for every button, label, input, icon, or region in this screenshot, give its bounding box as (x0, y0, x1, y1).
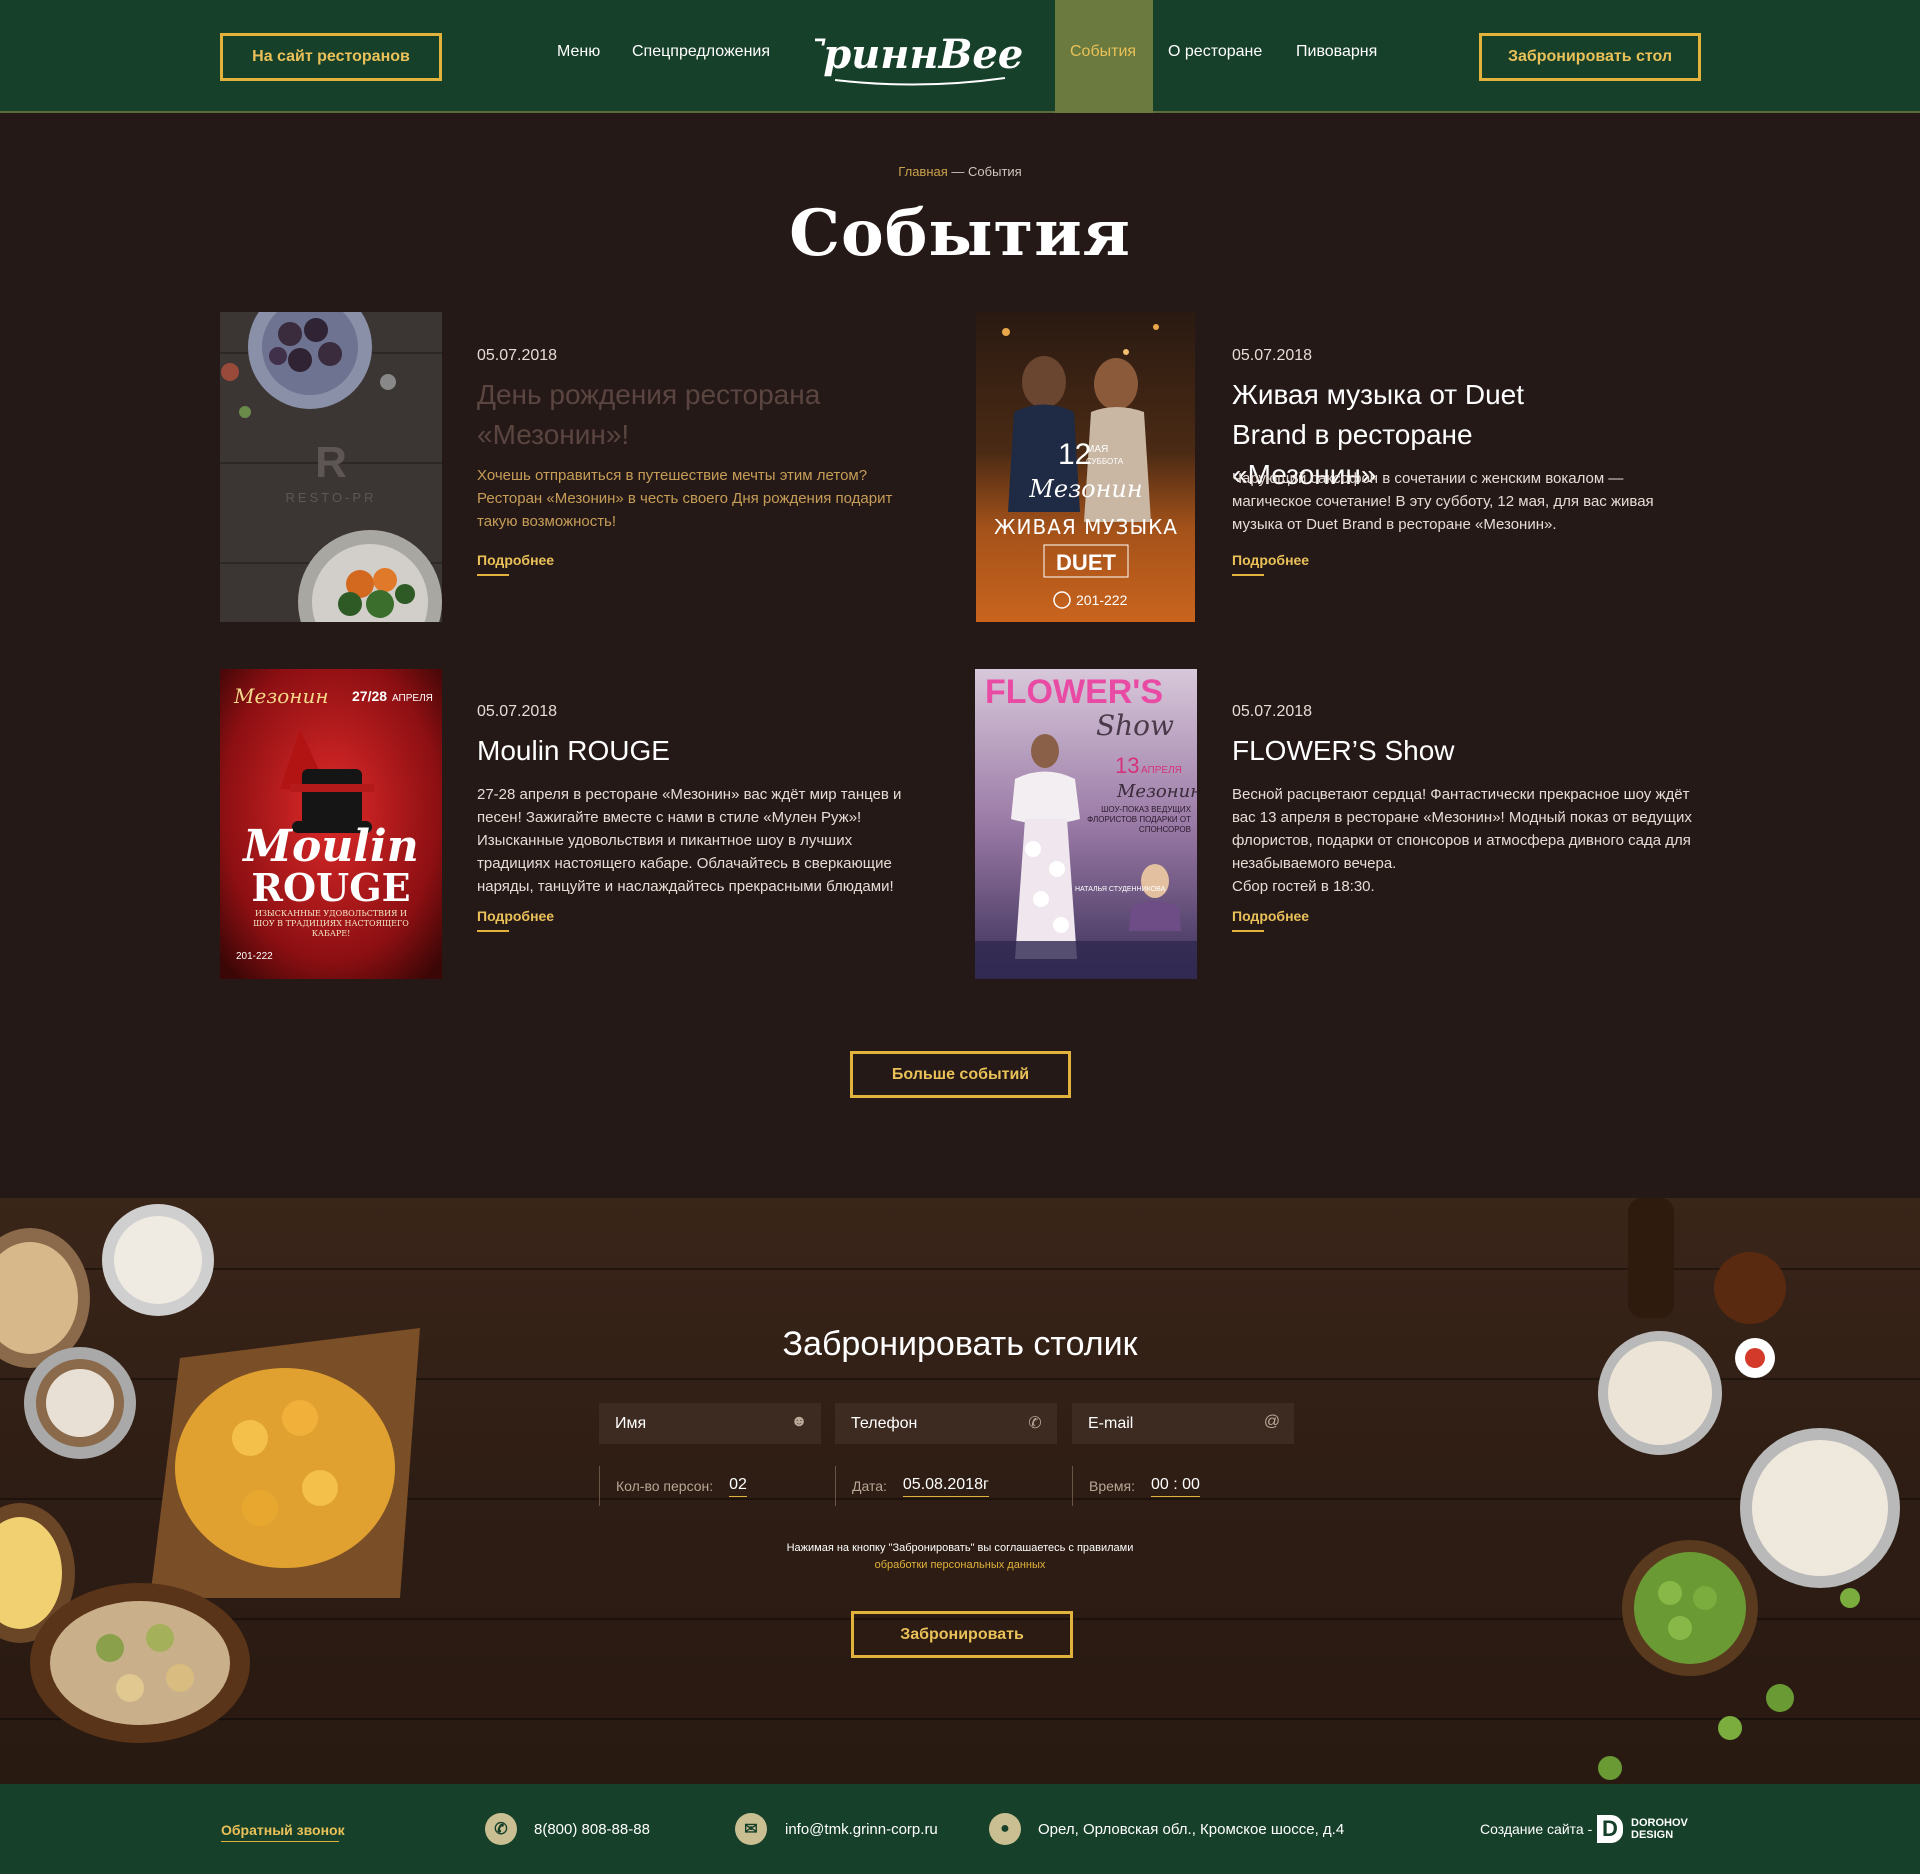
poster-venue: Мезонин (1028, 475, 1142, 503)
booking-title: Забронировать столик (782, 1325, 1138, 1363)
date-selector[interactable]: Дата: 05.08.2018г (835, 1466, 989, 1506)
poster-phone: 201-222 (236, 951, 273, 962)
poster-headline: ЖИВАЯ МУЗЫКА (994, 515, 1178, 539)
credit-label: Создание сайта - (1480, 1821, 1593, 1837)
consent-note: Нажимая на кнопку "Забронировать" вы сог… (0, 1540, 1920, 1574)
snacks-decoration (0, 1204, 420, 1743)
event-more-link[interactable]: Подробнее (1232, 908, 1309, 932)
poster-info: ШОУ-ПОКАЗ ВЕДУЩИХ ФЛОРИСТОВ ПОДАРКИ ОТ С… (1087, 805, 1191, 834)
phone-icon: ✆ (485, 1813, 517, 1845)
breadcrumb-separator: — (951, 164, 965, 179)
poster-weekday: СУББОТА (1086, 457, 1124, 466)
poster-venue: Мезонин (1116, 781, 1197, 802)
submit-booking-button[interactable]: Забронировать (851, 1611, 1073, 1658)
poster-name: НАТАЛЬЯ СТУДЕННИКОВА (1075, 886, 1166, 893)
date-value[interactable]: 05.08.2018г (902, 1476, 989, 1497)
book-table-button[interactable]: Забронировать стол (1479, 33, 1701, 81)
event-description: Хочешь отправиться в путешествие мечты э… (477, 467, 893, 530)
event-image-moulin-rouge[interactable]: Мезонин 27/28 АПРЕЛЯ Moulin ROUGE ИЗЫСКА… (220, 669, 442, 979)
name-placeholder: Имя (615, 1414, 647, 1432)
email-input[interactable]: E-mail @ (1072, 1403, 1294, 1444)
site-header: На сайт ресторанов Меню Спецпредложения … (0, 0, 1920, 113)
restaurants-site-button[interactable]: На сайт ресторанов (220, 33, 442, 81)
envelope-icon: ✉ (735, 1813, 767, 1845)
beer-decoration (1598, 1198, 1900, 1780)
time-selector[interactable]: Время: 00 : 00 (1072, 1466, 1200, 1506)
phone-input[interactable]: Телефон ✆ (835, 1403, 1057, 1444)
location-pin-icon: ● (989, 1813, 1021, 1845)
phone-placeholder: Телефон (851, 1414, 918, 1432)
poster-line1: FLOWER'S (985, 673, 1163, 711)
person-icon: ☻ (790, 1413, 808, 1430)
poster-brand: DUET (1056, 550, 1116, 575)
poster-phone: 201-222 (1076, 592, 1128, 608)
event-date: 05.07.2018 (477, 347, 558, 364)
footer-address: Орел, Орловская обл., Кромское шоссе, д.… (1038, 1821, 1345, 1838)
credit-brand: DOROHOV DESIGN (1631, 1817, 1688, 1841)
event-image-flowers-show[interactable]: FLOWER'S Show 13 АПРЕЛЯ Мезонин ШОУ-ПОКА… (975, 669, 1197, 979)
poster-month: АПРЕЛЯ (392, 693, 433, 704)
nav-item-events[interactable]: События (1070, 43, 1136, 61)
poster-venue: Мезонин (233, 684, 329, 708)
date-label: Дата: (852, 1478, 887, 1494)
nav-item-brewery[interactable]: Пивоварня (1296, 43, 1377, 61)
consent-text: Нажимая на кнопку "Забронировать" вы сог… (786, 1542, 1134, 1554)
breadcrumb-home-link[interactable]: Главная (898, 164, 947, 179)
poster-line2: Show (1096, 709, 1174, 742)
event-more-link[interactable]: Подробнее (477, 908, 554, 932)
email-placeholder: E-mail (1088, 1414, 1134, 1432)
event-more-link[interactable]: Подробнее (477, 552, 554, 576)
name-input[interactable]: Имя ☻ (599, 1403, 821, 1444)
persons-selector[interactable]: Кол-во персон: 02 (599, 1466, 747, 1506)
svg-text:R: R (315, 438, 347, 487)
logo-text: ГриннBeer (815, 31, 1025, 78)
nav-item-about[interactable]: О ресторане (1168, 43, 1262, 61)
site-footer: Обратный звонок ✆ 8(800) 808-88-88 ✉ inf… (0, 1784, 1920, 1874)
poster-tagline: ИЗЫСКАННЫЕ УДОВОЛЬСТВИЯ И ШОУ В ТРАДИЦИЯ… (253, 909, 409, 938)
breadcrumb-current: События (968, 164, 1022, 179)
grinn-beer-logo[interactable]: ГриннBeer (815, 22, 1025, 88)
poster-day: 13 (1115, 753, 1139, 778)
persons-value[interactable]: 02 (729, 1476, 747, 1497)
event-title[interactable]: Moulin ROUGE (477, 731, 947, 771)
event-image-duet[interactable]: 12 МАЯ СУББОТА Мезонин ЖИВАЯ МУЗЫКА DUET… (976, 312, 1195, 622)
phone-icon: ✆ (1028, 1415, 1042, 1432)
page-title: События (789, 196, 1131, 271)
time-value[interactable]: 00 : 00 (1151, 1476, 1200, 1497)
persons-label: Кол-во персон: (616, 1478, 714, 1494)
event-title[interactable]: День рождения ресторана «Мезонин»! (477, 375, 847, 455)
event-description: Весной расцветают сердца! Фантастически … (1232, 786, 1692, 895)
nav-item-menu[interactable]: Меню (557, 43, 600, 61)
time-label: Время: (1089, 1478, 1136, 1494)
poster-line2: ROUGE (251, 865, 410, 910)
event-image-birthday[interactable]: R RESTO-PR (220, 312, 442, 622)
poster-month: АПРЕЛЯ (1141, 765, 1182, 776)
nav-item-special-offers[interactable]: Спецпредложения (632, 43, 770, 61)
event-date: 05.07.2018 (1232, 703, 1313, 720)
poster-dates: 27/28 (352, 688, 387, 704)
event-date: 05.07.2018 (1232, 347, 1313, 364)
event-description: Чарующий саксофон в сочетании с женским … (1232, 470, 1654, 533)
event-title[interactable]: FLOWER’S Show (1232, 731, 1702, 771)
resto-pr-caption: RESTO-PR (286, 490, 377, 505)
event-description: 27-28 апреля в ресторане «Мезонин» вас ж… (477, 786, 902, 895)
at-icon: @ (1263, 1413, 1281, 1430)
more-events-button[interactable]: Больше событий (850, 1051, 1071, 1098)
consent-link[interactable]: обработки персональных данных (0, 1557, 1920, 1574)
breadcrumb: Главная — События (0, 164, 1920, 179)
event-date: 05.07.2018 (477, 703, 558, 720)
dorohov-design-logo[interactable]: D DOROHOV DESIGN (1597, 1813, 1703, 1845)
footer-phone[interactable]: 8(800) 808-88-88 (534, 1821, 650, 1838)
event-more-link[interactable]: Подробнее (1232, 552, 1309, 576)
booking-section: Забронировать столик Имя ☻ Телефон ✆ E-m… (0, 1198, 1920, 1784)
footer-email[interactable]: info@tmk.grinn-corp.ru (785, 1821, 938, 1838)
poster-month: МАЯ (1086, 444, 1108, 455)
dorohov-d-icon: D (1597, 1815, 1623, 1843)
callback-link[interactable]: Обратный звонок (221, 1822, 345, 1842)
